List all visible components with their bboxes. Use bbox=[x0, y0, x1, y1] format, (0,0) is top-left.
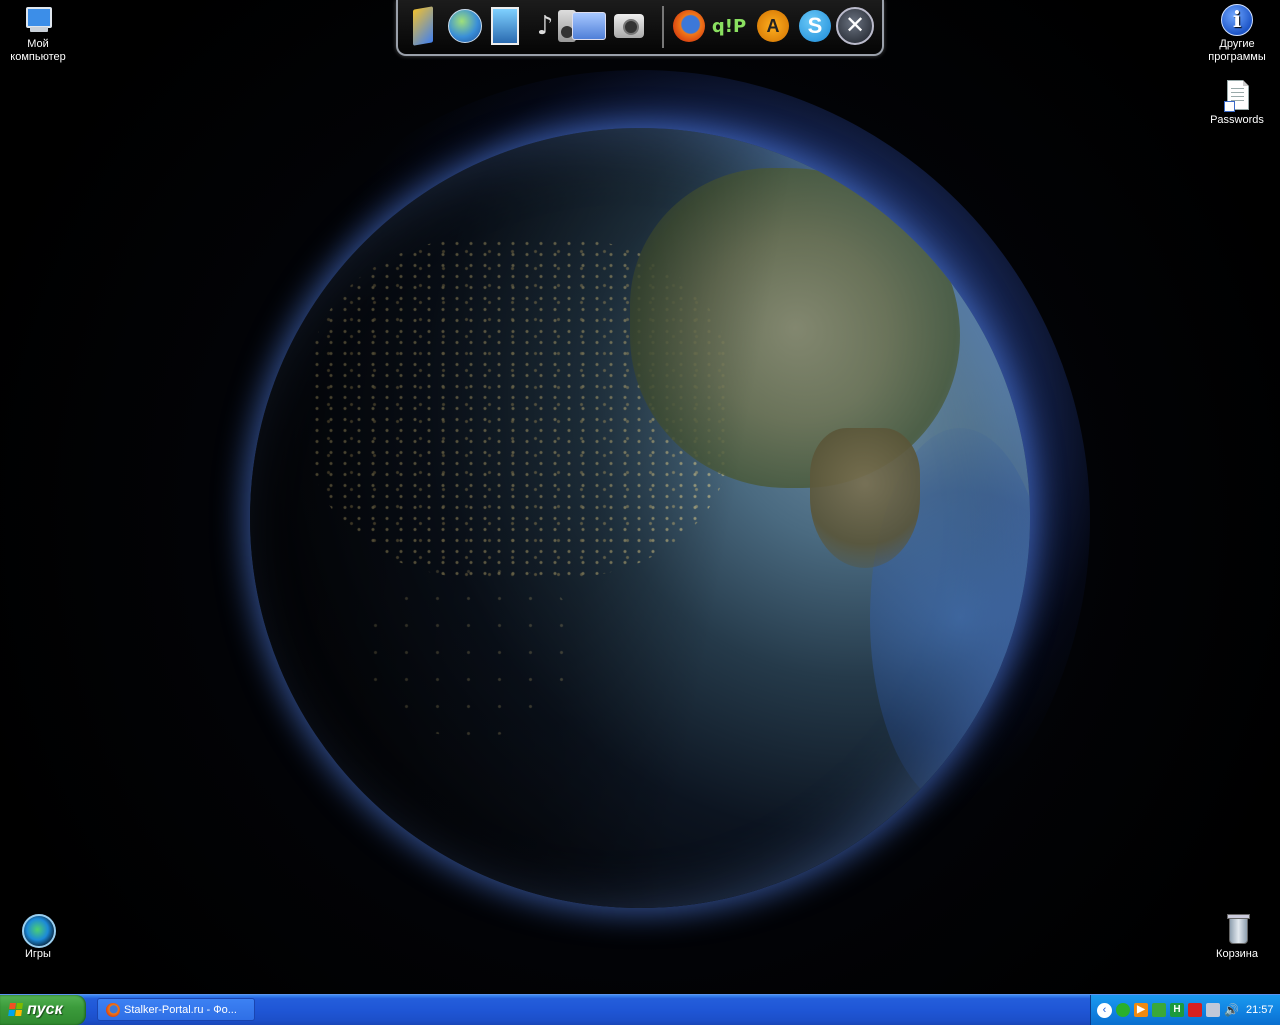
desktop-icon-passwords[interactable]: Passwords bbox=[1199, 80, 1275, 127]
taskbar: пуск Stalker-Portal.ru - Фо... ‹ ▶ H 🔊 2… bbox=[0, 994, 1280, 1025]
clock[interactable]: 21:57 bbox=[1246, 1004, 1274, 1016]
picture-frames-icon bbox=[491, 7, 519, 45]
aimp-icon: A bbox=[757, 10, 789, 42]
dock-qip[interactable]: q!P bbox=[710, 6, 748, 46]
qip-icon: q!P bbox=[711, 15, 747, 37]
desktop-icon-other-programs[interactable]: i Другие программы bbox=[1199, 4, 1275, 64]
taskbar-button-label: Stalker-Portal.ru - Фо... bbox=[124, 1003, 237, 1016]
system-tray: ‹ ▶ H 🔊 21:57 bbox=[1090, 995, 1280, 1025]
desktop-icon-games[interactable]: Игры bbox=[0, 914, 76, 961]
camera-icon bbox=[614, 14, 644, 38]
desktop-icon-my-computer[interactable]: Мой компьютер bbox=[0, 4, 76, 64]
dock-folder[interactable] bbox=[570, 6, 608, 46]
dock-ruler[interactable] bbox=[404, 6, 442, 46]
taskbar-button-firefox[interactable]: Stalker-Portal.ru - Фо... bbox=[97, 998, 255, 1021]
document-shortcut-icon bbox=[1221, 80, 1253, 112]
desktop: Мой компьютер i Другие программы Passwor… bbox=[0, 0, 1280, 994]
skype-icon: S bbox=[799, 10, 831, 42]
shield-icon[interactable] bbox=[1116, 1003, 1130, 1017]
media-play-icon[interactable]: ▶ bbox=[1134, 1003, 1148, 1017]
computer-icon bbox=[22, 4, 54, 36]
desktop-icon-label: Корзина bbox=[1216, 948, 1258, 960]
folder-icon bbox=[572, 12, 606, 40]
ruler-icon bbox=[413, 6, 433, 46]
dock-close[interactable]: ✕ bbox=[836, 6, 874, 46]
desktop-icon-label: Passwords bbox=[1210, 114, 1264, 126]
dock-bar: ♪ q!P A S ✕ bbox=[396, 0, 884, 56]
dock-camera[interactable] bbox=[610, 6, 648, 46]
volume-icon[interactable]: 🔊 bbox=[1224, 1003, 1239, 1017]
firefox-icon bbox=[106, 1002, 120, 1017]
globe-icon bbox=[448, 9, 482, 43]
games-globe-icon bbox=[22, 914, 56, 948]
network-connection-icon[interactable] bbox=[1188, 1003, 1202, 1017]
antivirus-icon[interactable]: H bbox=[1170, 1003, 1184, 1017]
desktop-icon-recycle-bin[interactable]: Корзина bbox=[1199, 914, 1275, 961]
dock-picture-frames[interactable] bbox=[486, 6, 524, 46]
desktop-icon-label: Мой компьютер bbox=[10, 38, 66, 63]
firefox-icon bbox=[673, 10, 705, 42]
wallpaper-earth bbox=[250, 128, 1030, 908]
start-button[interactable]: пуск bbox=[0, 995, 86, 1025]
start-label: пуск bbox=[27, 1001, 63, 1018]
dock-skype[interactable]: S bbox=[796, 6, 834, 46]
dock-aimp[interactable]: A bbox=[754, 6, 792, 46]
desktop-icon-label: Другие программы bbox=[1208, 38, 1266, 63]
info-icon: i bbox=[1221, 4, 1253, 36]
dock-separator bbox=[662, 6, 664, 48]
tray-expand-button[interactable]: ‹ bbox=[1097, 1002, 1112, 1018]
close-x-icon: ✕ bbox=[836, 7, 874, 45]
dock-firefox[interactable] bbox=[670, 6, 708, 46]
antivirus-guard-icon[interactable] bbox=[1206, 1003, 1220, 1017]
recycle-bin-icon bbox=[1221, 914, 1253, 946]
windows-flag-icon bbox=[8, 1003, 24, 1017]
dock-globe[interactable] bbox=[446, 6, 484, 46]
network-icon[interactable] bbox=[1152, 1003, 1166, 1017]
desktop-icon-label: Игры bbox=[25, 948, 51, 960]
